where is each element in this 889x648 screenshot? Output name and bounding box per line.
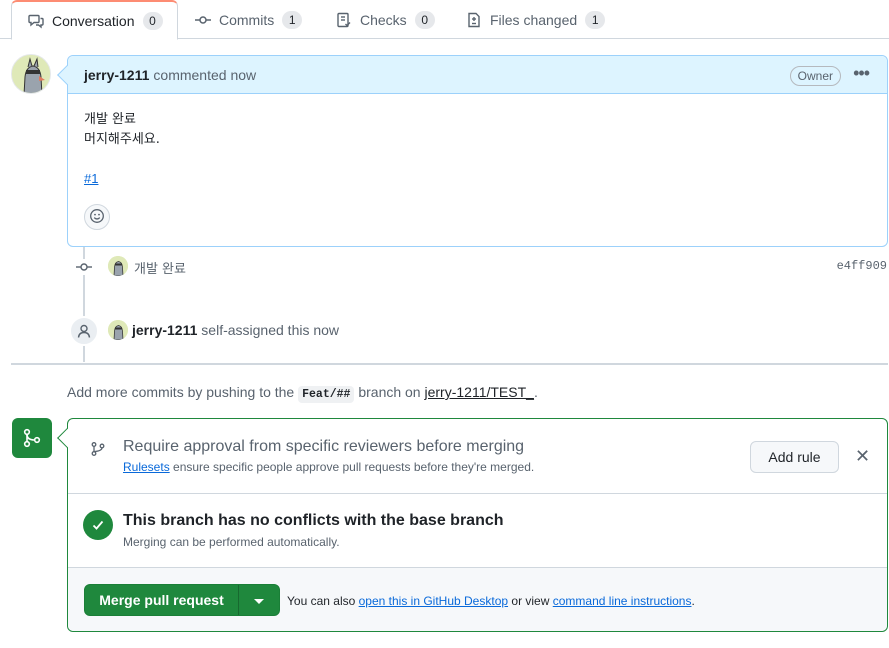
- commit-message[interactable]: 개발 완료: [134, 258, 186, 277]
- git-merge-icon: [12, 418, 52, 458]
- close-icon[interactable]: ✕: [855, 446, 870, 466]
- ruleset-section: Require approval from specific reviewers…: [68, 419, 887, 494]
- tab-count: 1: [282, 10, 303, 29]
- repo-link[interactable]: jerry-1211/TEST_: [425, 384, 534, 400]
- branch-name: Feat/##: [298, 386, 355, 403]
- tab-files-changed[interactable]: Files changed 1: [466, 0, 606, 39]
- file-diff-icon: [466, 12, 482, 28]
- tab-label: Commits: [219, 11, 275, 28]
- comment-meta[interactable]: commented now: [153, 67, 256, 83]
- conflicts-subtitle: Merging can be performed automatically.: [123, 535, 340, 549]
- comment-author[interactable]: jerry-1211: [84, 67, 149, 83]
- comment-body: 개발 완료 머지해주세요.: [68, 94, 887, 150]
- rulesets-link[interactable]: Rulesets: [123, 460, 170, 474]
- push-hint: Add more commits by pushing to the Feat/…: [67, 384, 538, 403]
- timeline-divider: [11, 363, 888, 365]
- avatar[interactable]: [11, 54, 51, 94]
- push-hint-text: branch on: [358, 384, 421, 400]
- triangle-down-icon: [254, 593, 264, 608]
- assign-action: self-assigned this now: [201, 322, 340, 338]
- git-commit-icon: [76, 259, 92, 275]
- assign-event: jerry-1211 self-assigned this now: [132, 322, 339, 338]
- comment-box: jerry-1211 commented now Owner ••• 개발 완료…: [57, 55, 888, 247]
- tab-count: 1: [585, 10, 606, 29]
- commit-sha[interactable]: e4ff909: [837, 259, 887, 273]
- tab-label: Checks: [360, 11, 407, 28]
- comment-discussion-icon: [28, 13, 44, 29]
- merge-box: Require approval from specific reviewers…: [57, 418, 888, 632]
- merge-pull-request-button[interactable]: Merge pull request: [85, 585, 239, 615]
- ruleset-subtitle-text: ensure specific people approve pull requ…: [173, 460, 535, 474]
- ruleset-subtitle: Rulesets ensure specific people approve …: [123, 460, 534, 474]
- tab-label: Conversation: [52, 12, 135, 29]
- owner-badge: Owner: [789, 66, 841, 86]
- ruleset-title: Require approval from specific reviewers…: [123, 438, 525, 455]
- issue-link[interactable]: #1: [84, 171, 98, 186]
- command-line-link[interactable]: command line instructions: [553, 594, 692, 608]
- pr-tabs: Conversation 0 Commits 1 Checks 0 Files …: [0, 0, 889, 40]
- merge-note-text: or view: [511, 594, 550, 608]
- add-rule-button[interactable]: Add rule: [750, 441, 839, 473]
- git-commit-icon: [195, 12, 211, 28]
- tab-label: Files changed: [490, 11, 578, 28]
- smiley-icon: [89, 208, 105, 227]
- merge-note-text: You can also: [287, 594, 356, 608]
- tab-count: 0: [414, 10, 435, 29]
- merge-note-text: .: [691, 594, 695, 608]
- tab-count: 0: [142, 11, 163, 30]
- tab-commits[interactable]: Commits 1: [195, 0, 303, 39]
- merge-options-button[interactable]: [239, 585, 279, 615]
- merge-button-group: Merge pull request: [84, 584, 280, 616]
- tab-conversation[interactable]: Conversation 0: [11, 0, 178, 40]
- merge-note: You can also open this in GitHub Desktop…: [287, 594, 695, 608]
- push-hint-text: .: [533, 384, 538, 400]
- kebab-menu-icon[interactable]: •••: [853, 64, 870, 82]
- avatar[interactable]: [108, 320, 128, 340]
- comment-line: 개발 완료: [84, 112, 136, 127]
- comment-line: 머지해주세요.: [84, 132, 160, 147]
- assign-user[interactable]: jerry-1211: [132, 322, 197, 338]
- avatar[interactable]: [108, 256, 128, 276]
- conflicts-title: This branch has no conflicts with the ba…: [123, 512, 504, 529]
- add-reaction-button[interactable]: [84, 204, 110, 230]
- tab-checks[interactable]: Checks 0: [336, 0, 435, 39]
- check-icon: [83, 510, 113, 540]
- comment-header: jerry-1211 commented now: [68, 56, 887, 94]
- person-icon: [69, 316, 99, 346]
- github-desktop-link[interactable]: open this in GitHub Desktop: [359, 594, 508, 608]
- conflicts-section: This branch has no conflicts with the ba…: [68, 494, 887, 568]
- merge-section: Merge pull request You can also open thi…: [68, 568, 887, 631]
- git-branch-icon: [90, 441, 106, 460]
- checklist-icon: [336, 12, 352, 28]
- push-hint-text: Add more commits by pushing to the: [67, 384, 295, 400]
